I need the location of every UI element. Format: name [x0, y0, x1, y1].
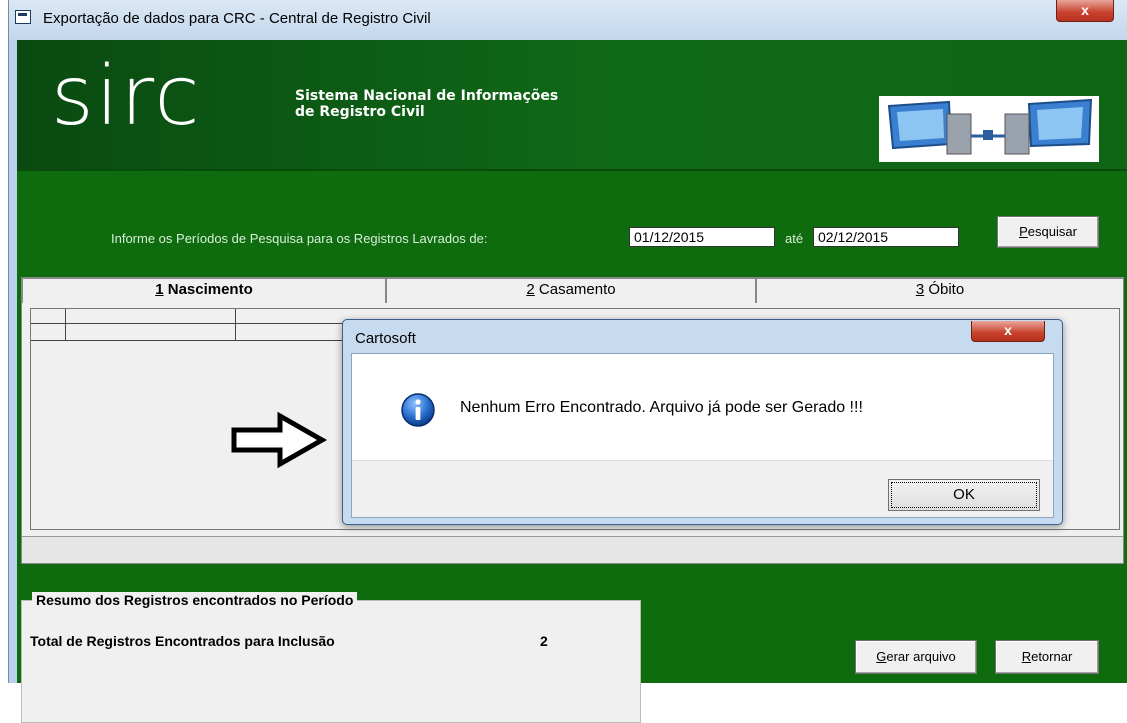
summary-legend: Resumo dos Registros encontrados no Perí…: [32, 592, 358, 608]
grid-row-divider: [31, 340, 371, 341]
dialog-body: Nenhum Erro Encontrado. Arquivo já pode …: [351, 353, 1054, 518]
window-title: Exportação de dados para CRC - Central d…: [43, 10, 431, 27]
grid-row-divider: [31, 323, 371, 324]
search-period-label: Informe os Períodos de Pesquisa para os …: [111, 231, 488, 246]
dialog-title: Cartosoft: [355, 330, 416, 347]
title-bar[interactable]: Exportação de dados para CRC - Central d…: [9, 0, 1127, 40]
tab-obito[interactable]: 3 Óbito: [756, 278, 1124, 303]
sirc-logo: sirc: [51, 49, 202, 144]
tab-casamento[interactable]: 2 Casamento: [386, 278, 756, 303]
date-from-input[interactable]: 01/12/2015: [629, 227, 775, 247]
window-close-button[interactable]: x: [1056, 0, 1114, 22]
tab-nascimento-key: 1: [155, 281, 164, 298]
info-icon: [401, 393, 435, 427]
network-computers-icon: [879, 96, 1099, 162]
message-dialog: Cartosoft x Nenhum Erro Encontrado. Arqu…: [342, 319, 1063, 525]
search-button-label: esquisar: [1027, 224, 1077, 239]
grid-status-strip: [22, 536, 1123, 563]
generate-file-key: G: [876, 649, 887, 664]
app-icon[interactable]: [15, 10, 31, 24]
tab-casamento-label: Casamento: [534, 281, 616, 298]
tab-nascimento[interactable]: 1 Nascimento: [22, 278, 386, 303]
return-key: R: [1021, 649, 1032, 664]
summary-total-value: 2: [540, 633, 548, 649]
summary-total-label: Total de Registros Encontrados para Incl…: [30, 633, 335, 649]
date-to-input[interactable]: 02/12/2015: [813, 227, 959, 247]
sirc-subtitle-line2: de Registro Civil: [295, 104, 425, 120]
return-button[interactable]: Retornar: [995, 640, 1099, 674]
search-button-key: P: [1019, 224, 1028, 239]
grid-col-divider: [65, 309, 66, 340]
tab-casamento-key: 2: [526, 281, 535, 298]
sirc-banner: sirc Sistema Nacional de Informações de …: [17, 40, 1127, 171]
ok-button[interactable]: OK: [888, 479, 1040, 511]
return-label: etornar: [1031, 649, 1073, 664]
generate-file-button[interactable]: Gerar arquivo: [855, 640, 977, 674]
sirc-subtitle: Sistema Nacional de Informações de Regis…: [295, 88, 558, 120]
dialog-close-button[interactable]: x: [971, 321, 1045, 342]
ate-label: até: [785, 231, 804, 246]
tab-obito-key: 3: [915, 281, 925, 298]
search-button[interactable]: Pesquisar: [997, 216, 1099, 248]
generate-file-label: erar arquivo: [886, 649, 956, 664]
tab-obito-label: Óbito: [924, 281, 965, 298]
sirc-subtitle-line1: Sistema Nacional de Informações: [295, 88, 559, 104]
arrow-right-icon: [231, 411, 328, 469]
tab-nascimento-label: Nascimento: [163, 281, 253, 298]
grid-col-divider: [235, 309, 236, 340]
dialog-message: Nenhum Erro Encontrado. Arquivo já pode …: [460, 399, 863, 416]
search-row: Informe os Períodos de Pesquisa para os …: [17, 216, 1127, 250]
dialog-footer: OK: [352, 460, 1053, 517]
summary-group: Resumo dos Registros encontrados no Perí…: [21, 592, 641, 723]
